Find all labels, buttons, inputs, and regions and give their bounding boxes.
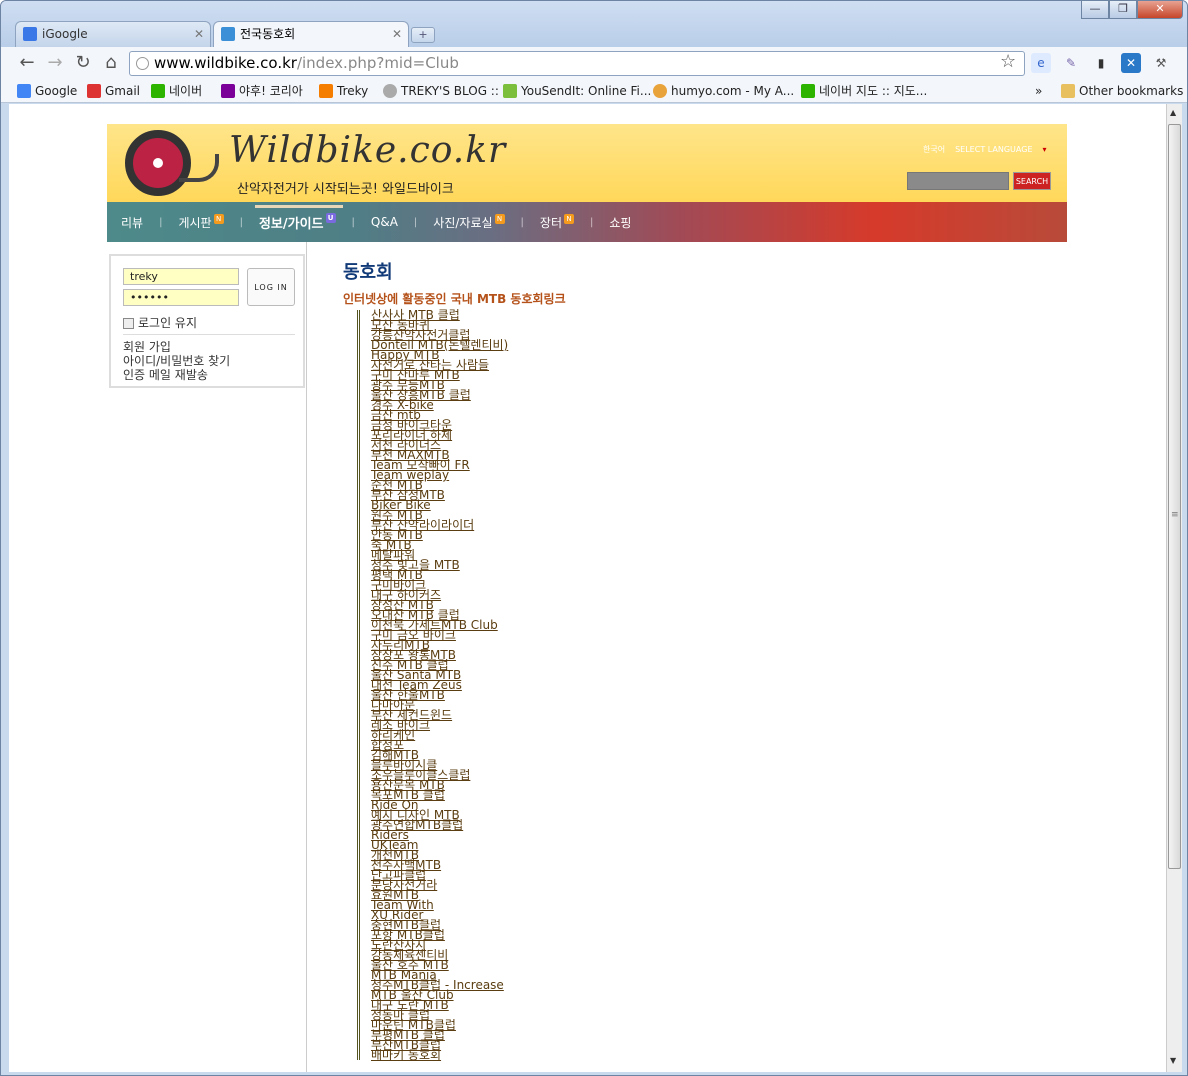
window-controls: — ❐ ✕	[1081, 1, 1183, 19]
google-icon	[23, 27, 37, 41]
url-host: www.wildbike.co.kr	[154, 54, 297, 72]
wildbike-icon	[221, 27, 235, 41]
bookmark-yousendit[interactable]: YouSendIt: Online Fi...	[503, 83, 651, 99]
chevron-down-icon: ▾	[1042, 145, 1047, 154]
handlebar-logo-icon	[179, 154, 219, 182]
wildbike-site: Wildbike.co.kr 산악자전거가 시작되는곳! 와일드바이크 한국어 S…	[107, 124, 1067, 1072]
update-badge: U	[325, 212, 336, 223]
ie-tab-icon[interactable]: e	[1031, 53, 1051, 73]
site-tagline: 산악자전거가 시작되는곳! 와일드바이크	[237, 182, 454, 197]
active-indicator	[254, 204, 343, 208]
club-link-list: 산사사 MTB 클럽 모산 동바퀴 강릉산악자전거클럽 Dontell MTB(돈텔렌…	[357, 309, 508, 1061]
site-logo[interactable]: Wildbike.co.kr	[229, 130, 506, 171]
new-tab-button[interactable]: +	[411, 27, 435, 43]
google-icon	[17, 84, 31, 98]
nav-shopping[interactable]: 쇼핑	[609, 214, 631, 231]
password-field[interactable]: ••••••	[123, 289, 239, 306]
naver-icon	[151, 84, 165, 98]
new-badge: N	[494, 213, 505, 224]
sidebar: treky •••••• LOG IN 로그인 유지 회원 가입 아이디/비밀번…	[107, 242, 307, 1072]
tab-igoogle[interactable]: iGoogle ✕	[15, 21, 211, 47]
wrench-icon[interactable]: ⚒	[1151, 53, 1171, 73]
club-link[interactable]: 배마키 동호회	[371, 1049, 508, 1061]
yousendit-icon	[503, 84, 517, 98]
maximize-button[interactable]: ❐	[1109, 1, 1137, 19]
find-account-link[interactable]: 아이디/비밀번호 찾기	[123, 354, 230, 368]
bookmark-star-icon[interactable]: ☆	[1000, 51, 1016, 72]
yahoo-icon	[221, 84, 235, 98]
page-subtitle: 인터넷상에 활동중인 국내 MTB 동호회링크	[343, 292, 566, 306]
site-header: Wildbike.co.kr 산악자전거가 시작되는곳! 와일드바이크 한국어 S…	[107, 124, 1067, 202]
new-badge: N	[564, 213, 575, 224]
nav-photos[interactable]: 사진/자료실 N	[433, 213, 505, 231]
close-window-button[interactable]: ✕	[1137, 1, 1183, 19]
blog-icon	[383, 84, 397, 98]
account-links: 회원 가입 아이디/비밀번호 찾기 인증 메일 재발송	[123, 340, 230, 382]
gmail-icon	[87, 84, 101, 98]
nav-info-guide[interactable]: 정보/가이드 U	[254, 204, 343, 232]
url-path: /index.php?mid=Club	[296, 54, 459, 72]
bookmark-treky-blog[interactable]: TREKY'S BLOG ::	[383, 83, 499, 99]
minimize-button[interactable]: —	[1081, 1, 1109, 19]
phone-icon[interactable]: ▮	[1091, 53, 1111, 73]
title-bar: iGoogle ✕ 전국동호회 ✕ + — ❐ ✕	[1, 1, 1187, 49]
tab-label: 전국동호회	[240, 27, 296, 41]
bookmark-google[interactable]: Google	[17, 83, 77, 99]
reload-icon[interactable]: ↻	[73, 53, 93, 73]
divider	[123, 334, 295, 335]
browser-window: iGoogle ✕ 전국동호회 ✕ + — ❐ ✕ ← → ↻ ⌂ www.wi…	[0, 0, 1188, 1076]
extension-icon[interactable]: ✕	[1121, 53, 1141, 73]
scroll-thumb[interactable]: ≡	[1168, 124, 1181, 869]
bookmark-naver-map[interactable]: 네이버 지도 :: 지도...	[801, 83, 927, 99]
page-viewport: Wildbike.co.kr 산악자전거가 시작되는곳! 와일드바이크 한국어 S…	[9, 104, 1166, 1072]
blogger-icon	[319, 84, 333, 98]
bookmark-gmail[interactable]: Gmail	[87, 83, 140, 99]
home-icon[interactable]: ⌂	[101, 53, 121, 73]
username-field[interactable]: treky	[123, 268, 239, 285]
login-box: treky •••••• LOG IN 로그인 유지 회원 가입 아이디/비밀번…	[109, 254, 305, 388]
address-bar[interactable]: www.wildbike.co.kr/index.php?mid=Club	[129, 51, 1025, 76]
naver-icon	[801, 84, 815, 98]
nav-board[interactable]: 게시판 N	[178, 213, 224, 231]
main-nav: 리뷰 | 게시판 N | 정보/가이드 U | Q&A | 사진/자료실 N | 장터 N | 쇼핑	[107, 202, 1067, 242]
login-button[interactable]: LOG IN	[247, 268, 295, 306]
bookmark-naver[interactable]: 네이버	[151, 83, 202, 99]
other-bookmarks[interactable]: Other bookmarks	[1061, 83, 1183, 99]
bookmark-treky[interactable]: Treky	[319, 83, 368, 99]
nav-market[interactable]: 장터 N	[540, 213, 575, 231]
new-badge: N	[213, 213, 224, 224]
tab-club[interactable]: 전국동호회 ✕	[213, 21, 409, 49]
nav-review[interactable]: 리뷰	[121, 214, 143, 231]
back-arrow-icon[interactable]: ←	[17, 53, 37, 73]
resend-verification-link[interactable]: 인증 메일 재발송	[123, 368, 230, 382]
bookmark-yahoo[interactable]: 야후! 코리아	[221, 83, 303, 99]
keep-login-checkbox[interactable]: 로그인 유지	[123, 314, 197, 331]
site-search-input[interactable]	[907, 172, 1009, 190]
close-icon[interactable]: ✕	[194, 22, 204, 46]
checkbox-icon	[123, 318, 134, 329]
humyo-icon	[653, 84, 667, 98]
main-area: treky •••••• LOG IN 로그인 유지 회원 가입 아이디/비밀번…	[107, 242, 1067, 1072]
page-title: 동호회	[343, 262, 393, 283]
signup-link[interactable]: 회원 가입	[123, 340, 230, 354]
bookmarks-chevron[interactable]: »	[1035, 83, 1042, 99]
folder-icon	[1061, 84, 1075, 98]
globe-icon	[136, 57, 149, 70]
feather-icon[interactable]: ✎	[1061, 53, 1081, 73]
bookmarks-bar: Google Gmail 네이버 야후! 코리아 Treky TREKY'S B…	[1, 79, 1187, 103]
nav-qna[interactable]: Q&A	[371, 215, 398, 229]
bookmark-humyo[interactable]: humyo.com - My A...	[653, 83, 794, 99]
language-selector[interactable]: 한국어 SELECT LANGUAGE ▾	[923, 144, 1057, 155]
site-search-button[interactable]: SEARCH	[1013, 172, 1051, 190]
scroll-down-icon[interactable]: ▼	[1170, 1056, 1176, 1065]
scroll-up-icon[interactable]: ▲	[1170, 108, 1176, 117]
forward-arrow-icon[interactable]: →	[45, 53, 65, 73]
close-icon[interactable]: ✕	[392, 22, 402, 46]
tab-label: iGoogle	[42, 27, 88, 41]
vertical-scrollbar[interactable]: ▲ ≡ ▼	[1166, 104, 1182, 1072]
